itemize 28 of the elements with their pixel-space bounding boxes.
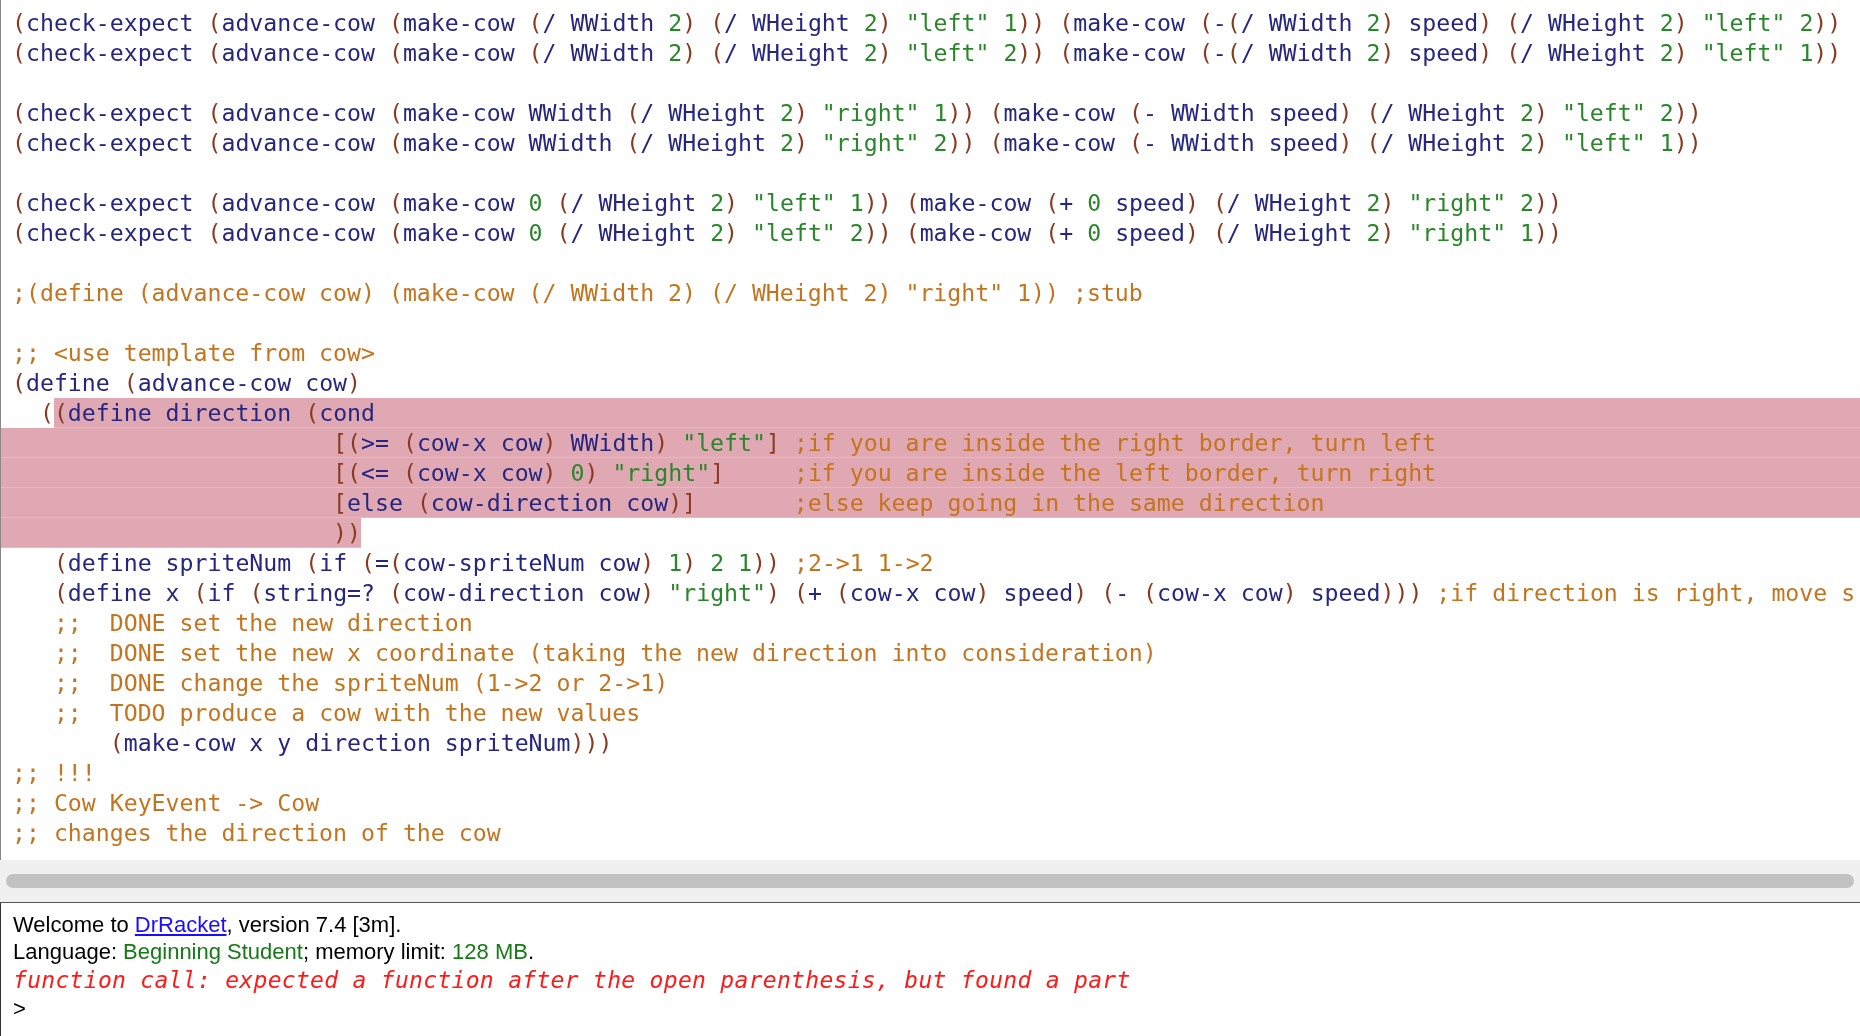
code-line: ;; DONE change the spriteNum (1->2 or 2->1) xyxy=(52,668,670,698)
code-editor[interactable] xyxy=(0,0,1860,860)
code-line: (define (advance-cow cow) xyxy=(11,368,363,398)
code-line: (check-expect (advance-cow (make-cow (/ WWidth 2) (/ WHeight 2) "left" 1)) (make-cow (-(/ WWidth 2) speed) (/ WHeight 2) "left" 2)) xyxy=(11,8,1843,38)
drracket-link[interactable]: DrRacket xyxy=(134,912,227,937)
code-line: (define spriteNum (if (=(cow-spriteNum cow) 1) 2 1)) ;2->1 1->2 xyxy=(52,548,935,578)
code-line: ;; changes the direction of the cow xyxy=(11,818,502,848)
code-line: ;; <use template from cow> xyxy=(11,338,376,368)
language-info: Language: Beginning Student; memory limit: 128 MB. xyxy=(13,938,535,965)
code-line: (check-expect (advance-cow (make-cow WWidth (/ WHeight 2) "right" 1)) (make-cow (- WWidth speed) (/ WHeight 2) "left" 2)) xyxy=(11,98,1703,128)
prompt[interactable]: > xyxy=(13,995,1848,1022)
code-line: ;; Cow KeyEvent -> Cow xyxy=(11,788,321,818)
error-message: function call: expected a function after the open parenthesis, but found a part xyxy=(13,966,1132,995)
code-line: ;(define (advance-cow cow) (make-cow (/ WWidth 2) (/ WHeight 2) "right" 1)) ;stub xyxy=(11,278,1144,308)
code-line: ;; TODO produce a cow with the new values xyxy=(52,698,642,728)
code-line: )) xyxy=(1,518,1860,548)
welcome-message: Welcome to DrRacket, version 7.4 [3m]. xyxy=(13,911,403,938)
code-line: ;; DONE set the new x coordinate (taking the new direction into consideration) xyxy=(52,638,1158,668)
code-line: (check-expect (advance-cow (make-cow 0 (/ WHeight 2) "left" 2)) (make-cow (+ 0 speed) (/ WHeight 2) "right" 1)) xyxy=(11,218,1563,248)
code-line: (make-cow x y direction spriteNum))) xyxy=(108,728,614,758)
code-line: (check-expect (advance-cow (make-cow WWidth (/ WHeight 2) "right" 2)) (make-cow (- WWidth speed) (/ WHeight 2) "left" 1)) xyxy=(11,128,1703,158)
code-line: ;; !!! xyxy=(11,758,97,788)
code-line: (check-expect (advance-cow (make-cow 0 (/ WHeight 2) "left" 1)) (make-cow (+ 0 speed) (/ WHeight 2) "right" 2)) xyxy=(11,188,1563,218)
code-line: (define x (if (string=? (cow-direction cow) "right") (+ (cow-x cow) speed) (- (cow-x cow) speed))) ;if direction is right, move s xyxy=(52,578,1857,608)
code-line: (check-expect (advance-cow (make-cow (/ WWidth 2) (/ WHeight 2) "left" 2)) (make-cow (-(/ WWidth 2) speed) (/ WHeight 2) "left" 1)) xyxy=(11,38,1843,68)
interactions-pane[interactable]: Welcome to DrRacket, version 7.4 [3m]. Language: Beginning Student; memory limit: 128 MB. function call: expected a function after the open parenthesis, but found a part > xyxy=(0,903,1860,1036)
horizontal-scrollbar[interactable] xyxy=(6,874,1854,888)
code-line: ;; DONE set the new direction xyxy=(52,608,474,638)
